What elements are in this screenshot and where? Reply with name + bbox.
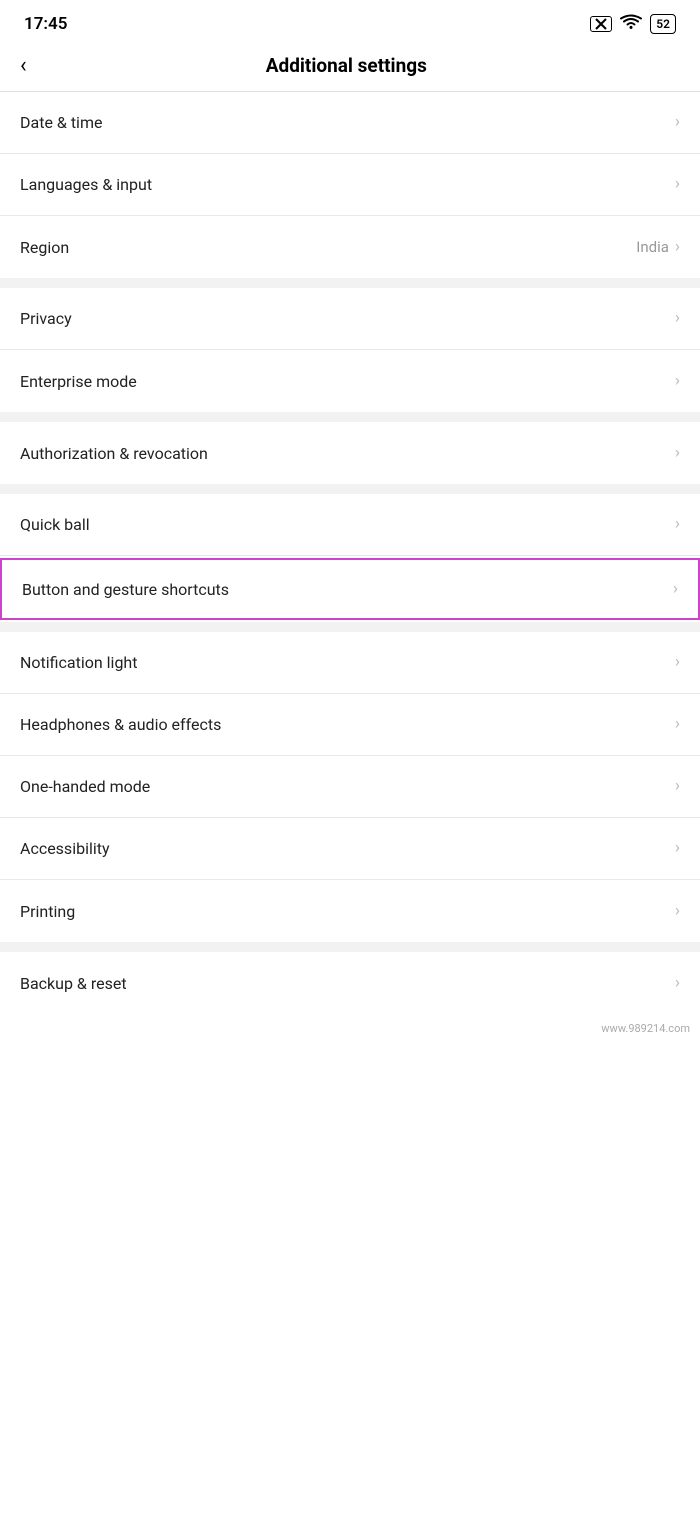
chevron-icon: › xyxy=(675,176,680,193)
chevron-icon: › xyxy=(675,516,680,533)
chevron-icon: › xyxy=(675,373,680,390)
menu-item-authorization[interactable]: Authorization & revocation › xyxy=(0,422,700,484)
menu-item-label: Languages & input xyxy=(20,175,152,194)
menu-item-notification-light[interactable]: Notification light › xyxy=(0,632,700,694)
status-bar: 17:45 52 xyxy=(0,0,700,44)
menu-item-headphones[interactable]: Headphones & audio effects › xyxy=(0,694,700,756)
menu-item-label: Region xyxy=(20,238,69,257)
chevron-icon: › xyxy=(675,239,680,256)
menu-item-date-time[interactable]: Date & time › xyxy=(0,92,700,154)
close-icon xyxy=(590,16,612,32)
wifi-icon xyxy=(620,14,642,34)
menu-item-one-handed[interactable]: One-handed mode › xyxy=(0,756,700,818)
section-divider-5 xyxy=(0,942,700,952)
section-divider-4 xyxy=(0,622,700,632)
status-time: 17:45 xyxy=(24,14,67,34)
chevron-icon: › xyxy=(675,114,680,131)
menu-item-accessibility[interactable]: Accessibility › xyxy=(0,818,700,880)
section-group-5: Notification light › Headphones & audio … xyxy=(0,632,700,942)
section-group-4: Quick ball › Button and gesture shortcut… xyxy=(0,494,700,620)
chevron-icon: › xyxy=(675,778,680,795)
menu-item-label: Printing xyxy=(20,902,75,921)
back-button[interactable]: ‹ xyxy=(20,55,27,77)
page-title: Additional settings xyxy=(43,54,650,77)
menu-item-left: Date & time xyxy=(20,113,102,132)
chevron-icon: › xyxy=(675,445,680,462)
menu-item-button-gesture-shortcuts[interactable]: Button and gesture shortcuts › xyxy=(0,558,700,620)
chevron-icon: › xyxy=(675,654,680,671)
menu-item-label: Headphones & audio effects xyxy=(20,715,221,734)
chevron-icon: › xyxy=(675,716,680,733)
menu-item-label: Backup & reset xyxy=(20,974,127,993)
watermark-text: www.989214.com xyxy=(601,1022,690,1035)
section-divider-3 xyxy=(0,484,700,494)
status-icons: 52 xyxy=(590,14,676,34)
region-value: India xyxy=(636,238,669,256)
menu-item-label: Privacy xyxy=(20,309,72,328)
chevron-icon: › xyxy=(675,903,680,920)
menu-item-backup-reset[interactable]: Backup & reset › xyxy=(0,952,700,1014)
menu-item-label: Quick ball xyxy=(20,515,90,534)
chevron-icon: › xyxy=(675,975,680,992)
watermark: www.989214.com xyxy=(0,1014,700,1039)
menu-item-languages[interactable]: Languages & input › xyxy=(0,154,700,216)
chevron-icon: › xyxy=(675,310,680,327)
section-divider-1 xyxy=(0,278,700,288)
menu-item-label: One-handed mode xyxy=(20,777,150,796)
section-group-6: Backup & reset › xyxy=(0,952,700,1014)
menu-item-label: Enterprise mode xyxy=(20,372,137,391)
menu-item-label: Date & time xyxy=(20,113,102,132)
section-divider-2 xyxy=(0,412,700,422)
header: ‹ Additional settings xyxy=(0,44,700,92)
section-group-1: Date & time › Languages & input › Region… xyxy=(0,92,700,278)
menu-item-right: › xyxy=(675,114,680,131)
battery-level: 52 xyxy=(656,17,670,31)
menu-item-region[interactable]: Region India › xyxy=(0,216,700,278)
section-group-3: Authorization & revocation › xyxy=(0,422,700,484)
section-group-2: Privacy › Enterprise mode › xyxy=(0,288,700,412)
menu-item-label: Accessibility xyxy=(20,839,110,858)
menu-item-label: Button and gesture shortcuts xyxy=(22,580,229,599)
menu-item-label: Notification light xyxy=(20,653,137,672)
chevron-icon: › xyxy=(675,840,680,857)
chevron-icon: › xyxy=(673,581,678,598)
menu-item-quick-ball[interactable]: Quick ball › xyxy=(0,494,700,556)
menu-item-enterprise-mode[interactable]: Enterprise mode › xyxy=(0,350,700,412)
battery-icon: 52 xyxy=(650,14,676,34)
menu-item-privacy[interactable]: Privacy › xyxy=(0,288,700,350)
menu-item-printing[interactable]: Printing › xyxy=(0,880,700,942)
menu-item-label: Authorization & revocation xyxy=(20,444,208,463)
